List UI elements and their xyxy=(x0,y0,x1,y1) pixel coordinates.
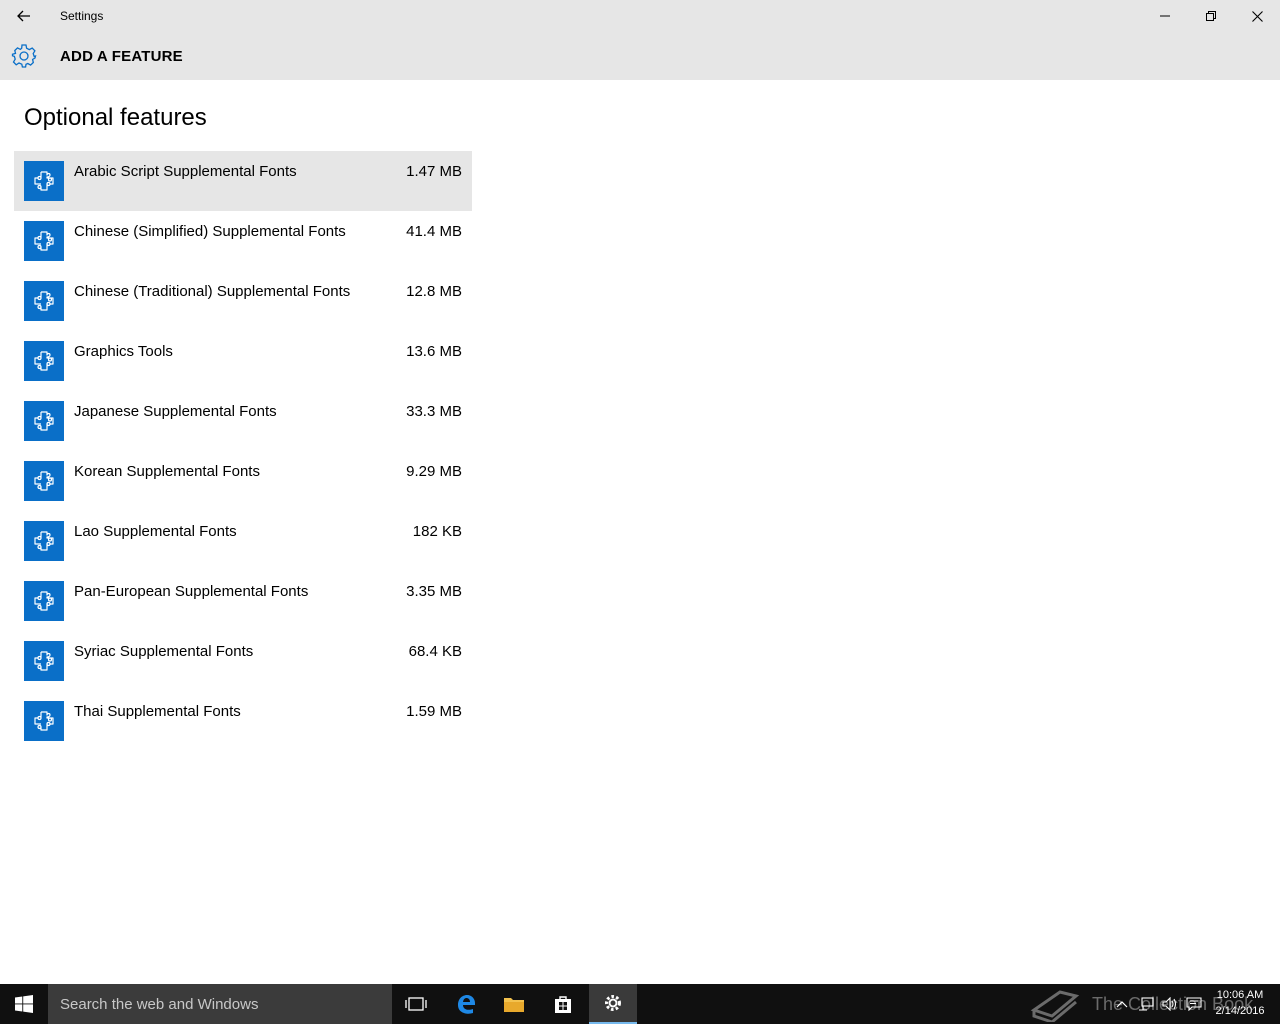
feature-item[interactable]: Pan-European Supplemental Fonts 3.35 MB xyxy=(14,571,472,631)
feature-size: 33.3 MB xyxy=(406,403,462,420)
puzzle-piece-icon xyxy=(24,641,64,681)
show-hidden-icons-button[interactable] xyxy=(1112,994,1132,1014)
feature-item[interactable]: Korean Supplemental Fonts 9.29 MB xyxy=(14,451,472,511)
restore-button[interactable] xyxy=(1188,0,1234,32)
chevron-up-icon xyxy=(1116,1001,1128,1008)
feature-size: 1.59 MB xyxy=(406,703,462,720)
store-bag-icon xyxy=(555,996,571,1013)
puzzle-piece-icon xyxy=(24,161,64,201)
puzzle-piece-icon xyxy=(24,461,64,501)
clock-time: 10:06 AM xyxy=(1216,989,1264,1001)
feature-name: Chinese (Traditional) Supplemental Fonts xyxy=(74,283,351,300)
task-view-button[interactable] xyxy=(392,984,440,1024)
optional-features-list: Arabic Script Supplemental Fonts 1.47 MB… xyxy=(14,151,472,751)
window-title: Settings xyxy=(60,9,104,23)
gear-icon xyxy=(0,32,48,80)
feature-size: 182 KB xyxy=(412,523,462,540)
feature-item[interactable]: Graphics Tools 13.6 MB xyxy=(14,331,472,391)
back-arrow-icon xyxy=(17,10,30,22)
title-bar: Settings xyxy=(0,0,1280,32)
feature-name: Japanese Supplemental Fonts xyxy=(74,403,277,420)
feature-name: Thai Supplemental Fonts xyxy=(74,703,241,720)
book-logo-icon xyxy=(1030,990,1080,1022)
feature-item[interactable]: Arabic Script Supplemental Fonts 1.47 MB xyxy=(14,151,472,211)
feature-name: Chinese (Simplified) Supplemental Fonts xyxy=(74,223,346,240)
feature-item[interactable]: Japanese Supplemental Fonts 33.3 MB xyxy=(14,391,472,451)
puzzle-piece-icon xyxy=(24,701,64,741)
feature-size: 13.6 MB xyxy=(406,343,462,360)
puzzle-piece-icon xyxy=(24,221,64,261)
action-center-button[interactable] xyxy=(1184,994,1204,1014)
feature-item[interactable]: Syriac Supplemental Fonts 68.4 KB xyxy=(14,631,472,691)
feature-size: 12.8 MB xyxy=(406,283,462,300)
taskbar-search-box[interactable]: Search the web and Windows xyxy=(48,984,392,1024)
start-button[interactable] xyxy=(0,984,48,1024)
puzzle-piece-icon xyxy=(24,341,64,381)
speaker-icon xyxy=(1162,997,1177,1011)
puzzle-piece-icon xyxy=(24,521,64,561)
notification-icon xyxy=(1186,997,1202,1011)
puzzle-piece-icon xyxy=(24,401,64,441)
feature-size: 3.35 MB xyxy=(406,583,462,600)
clock-date: 2/14/2016 xyxy=(1215,1005,1265,1017)
feature-name: Korean Supplemental Fonts xyxy=(74,463,260,480)
feature-item[interactable]: Chinese (Traditional) Supplemental Fonts… xyxy=(14,271,472,331)
folder-icon xyxy=(504,998,524,1012)
minimize-icon xyxy=(1160,15,1170,17)
page-header: ADD A FEATURE xyxy=(0,32,1280,80)
windows-logo-icon xyxy=(15,995,33,1013)
edge-browser-icon xyxy=(458,995,475,1014)
back-button[interactable] xyxy=(0,0,48,32)
close-button[interactable] xyxy=(1234,0,1280,32)
puzzle-piece-icon xyxy=(24,281,64,321)
minimize-button[interactable] xyxy=(1142,0,1188,32)
settings-taskbar-button[interactable] xyxy=(589,984,637,1024)
gear-icon xyxy=(605,995,621,1011)
feature-size: 9.29 MB xyxy=(406,463,462,480)
feature-size: 68.4 KB xyxy=(408,643,462,660)
edge-button[interactable] xyxy=(442,984,490,1024)
feature-name: Syriac Supplemental Fonts xyxy=(74,643,254,660)
feature-item[interactable]: Thai Supplemental Fonts 1.59 MB xyxy=(14,691,472,751)
taskbar: Search the web and Windows The Collectio… xyxy=(0,984,1280,1024)
feature-item[interactable]: Chinese (Simplified) Supplemental Fonts … xyxy=(14,211,472,271)
close-icon xyxy=(1251,10,1263,22)
restore-icon xyxy=(1206,11,1216,21)
task-view-icon xyxy=(405,997,427,1011)
window-controls xyxy=(1142,0,1280,32)
feature-name: Lao Supplemental Fonts xyxy=(74,523,237,540)
feature-item[interactable]: Lao Supplemental Fonts 182 KB xyxy=(14,511,472,571)
feature-name: Graphics Tools xyxy=(74,343,173,360)
network-button[interactable] xyxy=(1136,994,1156,1014)
file-explorer-button[interactable] xyxy=(490,984,538,1024)
page-title: ADD A FEATURE xyxy=(60,47,183,65)
network-icon xyxy=(1139,997,1154,1011)
feature-name: Pan-European Supplemental Fonts xyxy=(74,583,309,600)
store-button[interactable] xyxy=(539,984,587,1024)
feature-size: 1.47 MB xyxy=(406,163,462,180)
feature-name: Arabic Script Supplemental Fonts xyxy=(74,163,297,180)
volume-button[interactable] xyxy=(1160,994,1180,1014)
feature-size: 41.4 MB xyxy=(406,223,462,240)
search-placeholder: Search the web and Windows xyxy=(60,995,259,1013)
puzzle-piece-icon xyxy=(24,581,64,621)
taskbar-clock[interactable]: 10:06 AM 2/14/2016 xyxy=(1208,987,1272,1019)
section-heading: Optional features xyxy=(24,104,207,131)
